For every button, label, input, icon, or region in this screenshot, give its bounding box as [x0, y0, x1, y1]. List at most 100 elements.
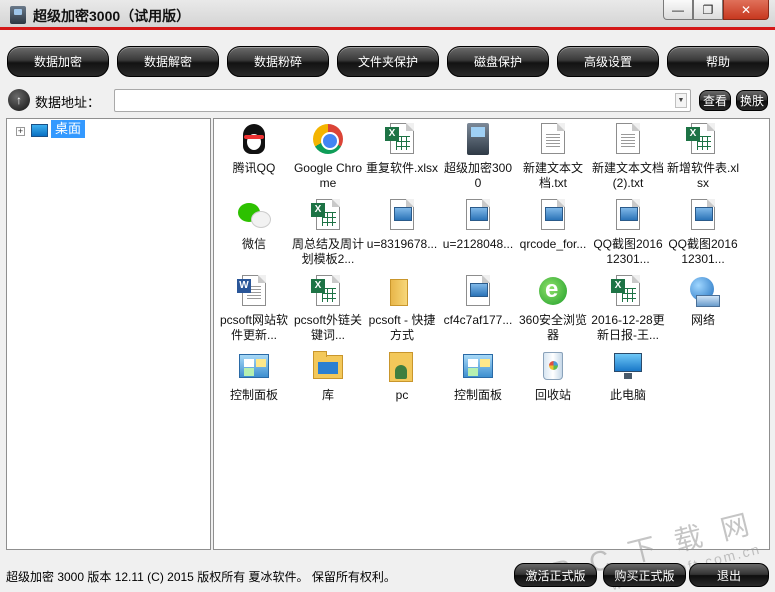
- file-label: pc: [395, 388, 409, 402]
- exit-button[interactable]: 退出: [689, 563, 769, 587]
- file-list: 腾讯QQ Google Chrome X 重复软件.xlsx 超级加密3000 …: [213, 118, 770, 550]
- file-label: 新增软件表.xlsx: [666, 161, 739, 190]
- file-label: qrcode_for...: [519, 237, 587, 251]
- excel-file-icon: X: [686, 127, 700, 141]
- up-arrow-icon[interactable]: ↑: [8, 89, 30, 111]
- file-label: 周总结及周计划模板2...: [291, 237, 364, 266]
- qq-icon: [243, 124, 265, 154]
- tree-item-desktop[interactable]: 桌面: [51, 120, 86, 138]
- file-label: 回收站: [534, 388, 571, 402]
- file-item[interactable]: 微信: [217, 199, 291, 252]
- activate-button[interactable]: 激活正式版: [514, 563, 597, 587]
- minimize-button[interactable]: —: [663, 0, 693, 20]
- file-label: QQ截图201612301...: [668, 237, 738, 266]
- file-item[interactable]: W pcsoft网站软件更新...: [217, 275, 291, 343]
- file-label: u=2128048...: [442, 237, 514, 251]
- file-item[interactable]: Google Chrome: [291, 123, 365, 191]
- file-label: 网络: [690, 313, 715, 327]
- file-label: pcsoft网站软件更新...: [219, 313, 289, 342]
- close-button[interactable]: ✕: [723, 0, 769, 20]
- file-item[interactable]: X 重复软件.xlsx: [365, 123, 439, 176]
- advanced-settings-button[interactable]: 高级设置: [557, 46, 659, 77]
- wechat-icon: [238, 203, 271, 228]
- file-item[interactable]: 库: [291, 350, 365, 403]
- excel-file-icon: X: [611, 279, 625, 293]
- file-label: 超级加密3000: [443, 161, 513, 190]
- file-label: 控制面板: [229, 388, 278, 402]
- file-label: 2016-12-28更新日报-王...: [591, 313, 665, 342]
- image-file-icon: [466, 199, 490, 230]
- excel-file-icon: X: [311, 279, 325, 293]
- file-item[interactable]: 回收站: [516, 350, 590, 403]
- file-label: 新建文本文档.txt: [522, 161, 583, 190]
- excel-file-icon: X: [385, 127, 399, 141]
- file-label: 此电脑: [609, 388, 646, 402]
- file-label: 库: [321, 388, 334, 402]
- file-item[interactable]: QQ截图201612301...: [666, 199, 740, 267]
- shred-button[interactable]: 数据粉碎: [227, 46, 329, 77]
- file-label: pcsoft外链关键词...: [293, 313, 363, 342]
- chrome-icon: [313, 124, 343, 154]
- window-title: 超级加密3000（试用版）: [33, 8, 191, 24]
- view-button[interactable]: 查看: [699, 90, 731, 111]
- file-item[interactable]: QQ截图201612301...: [591, 199, 665, 267]
- file-item[interactable]: cf4c7af177...: [441, 275, 515, 328]
- help-button[interactable]: 帮助: [667, 46, 769, 77]
- file-item[interactable]: 网络: [666, 275, 740, 328]
- file-item[interactable]: X 周总结及周计划模板2...: [291, 199, 365, 267]
- computer-icon: [614, 353, 642, 379]
- file-item[interactable]: qrcode_for...: [516, 199, 590, 252]
- app-icon: [467, 123, 489, 155]
- file-item[interactable]: 控制面板: [441, 350, 515, 403]
- file-item[interactable]: 控制面板: [217, 350, 291, 403]
- skin-button[interactable]: 换肤: [736, 90, 768, 111]
- title-bar: 超级加密3000（试用版） — ❐ ✕: [0, 0, 775, 30]
- file-item[interactable]: 此电脑: [591, 350, 665, 403]
- window-controls: — ❐ ✕: [663, 0, 769, 20]
- file-item[interactable]: X 2016-12-28更新日报-王...: [591, 275, 665, 343]
- file-item[interactable]: pc: [365, 350, 439, 403]
- file-item[interactable]: u=2128048...: [441, 199, 515, 252]
- file-item[interactable]: X pcsoft外链关键词...: [291, 275, 365, 343]
- file-label: u=8319678...: [366, 237, 438, 251]
- file-item[interactable]: 新建文本文档 (2).txt: [591, 123, 665, 191]
- desktop-icon: [31, 124, 48, 137]
- image-file-icon: [541, 199, 565, 230]
- address-input[interactable]: [114, 89, 691, 112]
- user-folder-icon: [389, 352, 413, 382]
- file-item[interactable]: 超级加密3000: [441, 123, 515, 191]
- file-label: 控制面板: [453, 388, 502, 402]
- encrypt-button[interactable]: 数据加密: [7, 46, 109, 77]
- excel-file-icon: X: [311, 203, 325, 217]
- word-file-icon: W: [237, 279, 251, 293]
- file-item[interactable]: X 新增软件表.xlsx: [666, 123, 740, 191]
- tree-expand-icon[interactable]: +: [16, 127, 25, 136]
- file-label: 360安全浏览器: [518, 313, 588, 342]
- file-label: cf4c7af177...: [443, 313, 513, 327]
- maximize-button[interactable]: ❐: [693, 0, 723, 20]
- decrypt-button[interactable]: 数据解密: [117, 46, 219, 77]
- image-file-icon: [390, 199, 414, 230]
- recycle-bin-icon: [543, 352, 563, 380]
- image-file-icon: [616, 199, 640, 230]
- disk-protect-button[interactable]: 磁盘保护: [447, 46, 549, 77]
- text-file-icon: [616, 123, 640, 154]
- file-label: 微信: [241, 237, 266, 251]
- file-item[interactable]: 360安全浏览器: [516, 275, 590, 343]
- buy-button[interactable]: 购买正式版: [603, 563, 686, 587]
- file-label: Google Chrome: [293, 161, 363, 190]
- file-item[interactable]: pcsoft - 快捷方式: [365, 275, 439, 343]
- file-label: 重复软件.xlsx: [365, 161, 438, 175]
- image-file-icon: [691, 199, 715, 230]
- browser-360-icon: [539, 277, 567, 305]
- file-item[interactable]: 腾讯QQ: [217, 123, 291, 176]
- file-item[interactable]: 新建文本文档.txt: [516, 123, 590, 191]
- folder-protect-button[interactable]: 文件夹保护: [337, 46, 439, 77]
- chevron-down-icon[interactable]: ▼: [675, 93, 687, 108]
- file-label: 腾讯QQ: [232, 161, 276, 175]
- text-file-icon: [541, 123, 565, 154]
- file-label: pcsoft - 快捷方式: [368, 313, 436, 342]
- file-item[interactable]: u=8319678...: [365, 199, 439, 252]
- copyright-text: 超级加密 3000 版本 12.11 (C) 2015 版权所有 夏冰软件。 保…: [6, 570, 396, 584]
- folder-tree: + 桌面: [6, 118, 211, 550]
